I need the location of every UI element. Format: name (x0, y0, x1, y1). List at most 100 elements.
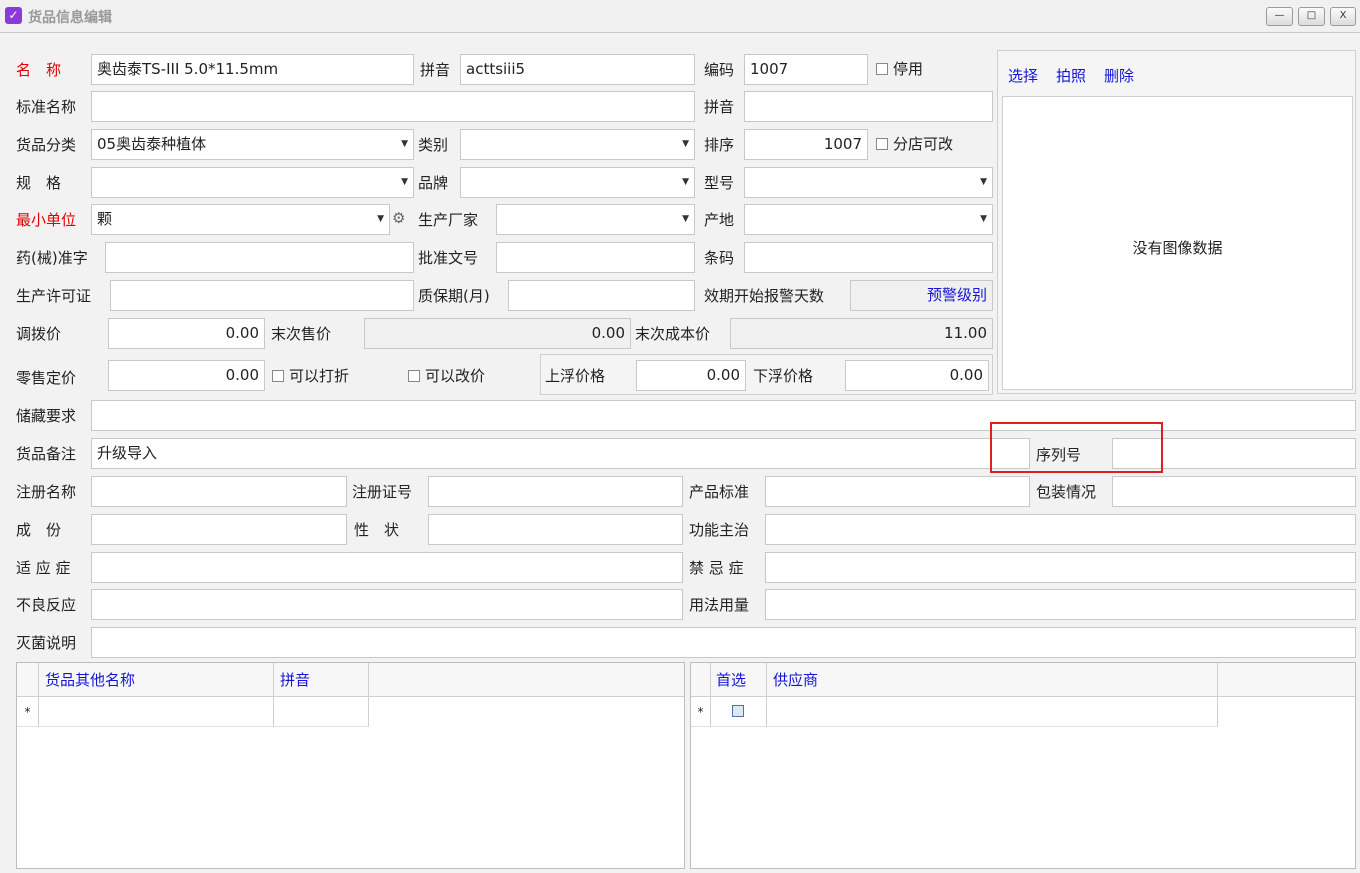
approval-doc-input[interactable] (496, 242, 695, 273)
remark-input[interactable]: 升级导入 (91, 438, 1030, 469)
storage-input[interactable] (91, 400, 1356, 431)
property-label: 性 状 (354, 521, 400, 539)
branch-editable-label: 分店可改 (893, 135, 954, 153)
usage-input[interactable] (765, 589, 1356, 620)
category-value: 05奥齿泰种植体 (97, 135, 207, 153)
min-unit-label: 最小单位 (16, 211, 77, 229)
origin-label: 产地 (704, 211, 735, 229)
contraindication-label: 禁 忌 症 (689, 559, 744, 577)
code-label: 编码 (704, 61, 735, 79)
new-row-marker: * (17, 697, 39, 727)
disabled-checkbox[interactable]: 停用 (876, 56, 923, 82)
function-input[interactable] (765, 514, 1356, 545)
min-unit-select[interactable]: 颗 ▼ (91, 204, 390, 235)
contraindication-input[interactable] (765, 552, 1356, 583)
last-cost-label: 末次成本价 (635, 325, 711, 343)
indication-input[interactable] (91, 552, 683, 583)
maximize-button[interactable]: □ (1298, 7, 1325, 26)
sort-label: 排序 (704, 136, 735, 154)
window-title: 货品信息编辑 (28, 10, 112, 26)
reg-name-label: 注册名称 (16, 483, 77, 501)
drug-approval-label: 药(械)准字 (16, 249, 88, 267)
gear-icon[interactable]: ⚙ (392, 209, 405, 227)
category-select[interactable]: 05奥齿泰种植体 ▼ (91, 129, 414, 160)
function-label: 功能主治 (689, 521, 750, 539)
image-area[interactable]: 没有图像数据 (1002, 96, 1353, 390)
preferred-checkbox-icon[interactable] (732, 705, 744, 717)
ingredient-input[interactable] (91, 514, 347, 545)
spec-select[interactable]: ▼ (91, 167, 414, 198)
property-input[interactable] (428, 514, 683, 545)
supplier-column[interactable]: 供应商 (767, 663, 1218, 697)
std-pinyin-input[interactable] (744, 91, 993, 122)
sterilize-input[interactable] (91, 627, 1356, 658)
new-row-marker: * (691, 697, 711, 727)
row-indicator-header (17, 663, 39, 697)
code-input[interactable]: 1007 (744, 54, 868, 85)
pinyin-input[interactable]: acttsiii5 (460, 54, 695, 85)
shelf-life-input[interactable] (508, 280, 695, 311)
image-delete-link[interactable]: 删除 (1104, 65, 1134, 86)
approval-doc-label: 批准文号 (418, 249, 479, 267)
adverse-input[interactable] (91, 589, 683, 620)
transfer-price-input[interactable]: 0.00 (108, 318, 265, 349)
manufacturer-select[interactable]: ▼ (496, 204, 695, 235)
sterilize-label: 灭菌说明 (16, 634, 77, 652)
reg-cert-label: 注册证号 (352, 483, 413, 501)
ingredient-label: 成 份 (16, 521, 62, 539)
product-std-input[interactable] (765, 476, 1030, 507)
type-select[interactable]: ▼ (460, 129, 695, 160)
retail-price-input[interactable]: 0.00 (108, 360, 265, 391)
std-name-input[interactable] (91, 91, 695, 122)
float-up-input[interactable]: 0.00 (636, 360, 746, 391)
dropdown-arrow-icon: ▼ (377, 214, 384, 224)
branch-editable-checkbox[interactable]: 分店可改 (876, 131, 953, 157)
alias-pinyin-cell[interactable] (274, 697, 369, 727)
minimize-button[interactable]: — (1266, 7, 1293, 26)
model-label: 型号 (704, 174, 735, 192)
alias-name-column[interactable]: 货品其他名称 (39, 663, 274, 697)
supplier-grid[interactable]: 首选 供应商 * (690, 662, 1356, 869)
float-down-label: 下浮价格 (753, 367, 814, 385)
reg-name-input[interactable] (91, 476, 347, 507)
packaging-label: 包装情况 (1036, 483, 1097, 501)
production-license-input[interactable] (110, 280, 414, 311)
image-photo-link[interactable]: 拍照 (1056, 65, 1086, 86)
min-unit-value: 颗 (97, 210, 113, 228)
sort-input[interactable]: 1007 (744, 129, 868, 160)
category-label: 货品分类 (16, 136, 77, 154)
model-select[interactable]: ▼ (744, 167, 993, 198)
preferred-column[interactable]: 首选 (711, 663, 767, 697)
supplier-cell[interactable] (767, 697, 1218, 727)
drug-approval-input[interactable] (105, 242, 414, 273)
dropdown-arrow-icon: ▼ (980, 214, 987, 224)
price-change-checkbox[interactable]: 可以改价 (408, 363, 485, 389)
app-check-icon: ✓ (5, 7, 22, 24)
reg-cert-input[interactable] (428, 476, 683, 507)
spec-label: 规 格 (16, 174, 62, 192)
alias-name-cell[interactable] (39, 697, 274, 727)
image-select-link[interactable]: 选择 (1008, 65, 1038, 86)
storage-label: 储藏要求 (16, 407, 77, 425)
price-change-checkbox-label: 可以改价 (425, 367, 486, 385)
close-button[interactable]: X (1330, 7, 1356, 26)
barcode-input[interactable] (744, 242, 993, 273)
alias-pinyin-column[interactable]: 拼音 (274, 663, 369, 697)
name-label: 名 称 (16, 61, 62, 79)
packaging-input[interactable] (1112, 476, 1356, 507)
origin-select[interactable]: ▼ (744, 204, 993, 235)
discount-checkbox[interactable]: 可以打折 (272, 363, 349, 389)
usage-label: 用法用量 (689, 596, 750, 614)
last-sale-value: 0.00 (364, 318, 631, 349)
dropdown-arrow-icon: ▼ (682, 177, 689, 187)
checkbox-icon (876, 63, 888, 75)
row-indicator-header (691, 663, 711, 697)
name-input[interactable]: 奥齿泰TS-III 5.0*11.5mm (91, 54, 414, 85)
pinyin-label: 拼音 (420, 61, 451, 79)
warning-level-link[interactable]: 预警级别 (850, 280, 993, 311)
float-down-input[interactable]: 0.00 (845, 360, 989, 391)
discount-checkbox-label: 可以打折 (289, 367, 350, 385)
brand-select[interactable]: ▼ (460, 167, 695, 198)
preferred-cell[interactable] (711, 697, 767, 727)
alias-grid[interactable]: 货品其他名称 拼音 * (16, 662, 685, 869)
